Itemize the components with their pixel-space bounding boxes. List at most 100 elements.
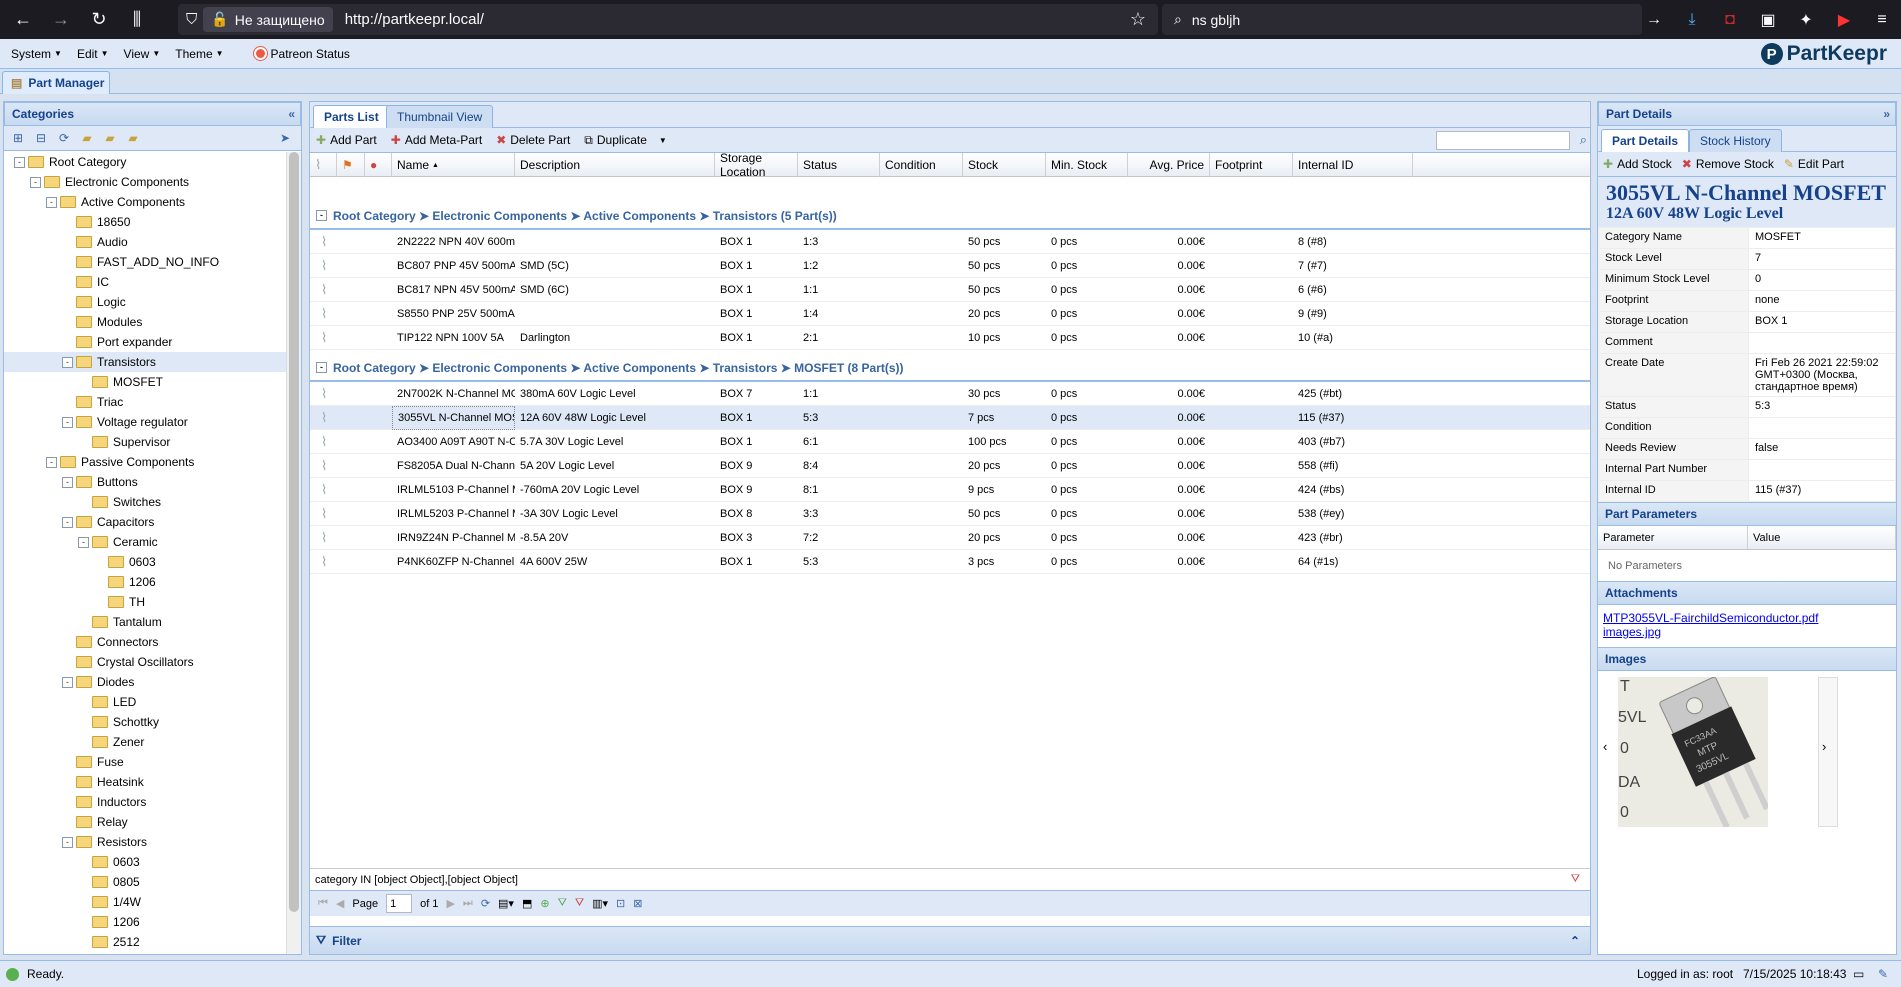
tree-node[interactable]: Crystal Oscillators [4, 652, 286, 672]
tree-node[interactable]: Connectors [4, 632, 286, 652]
table-row[interactable]: ⌇ FS8205A Dual N-Channel ... 5A 20V Logic … [310, 454, 1590, 478]
add-category-icon[interactable]: ▰ [79, 130, 95, 146]
column-header[interactable]: Footprint [1210, 153, 1293, 177]
tree-node[interactable]: - Transistors [4, 352, 286, 372]
download-icon[interactable]: ⤓ [1673, 11, 1711, 29]
grid-reset-icon[interactable]: ⊠ [633, 897, 642, 910]
filter-icon[interactable]: ⛛ [558, 897, 567, 910]
attachment-link[interactable]: MTP3055VL-FairchildSemiconductor.pdf [1603, 611, 1891, 625]
url-text[interactable]: http://partkeepr.local/ [345, 11, 484, 28]
bookmark-star-icon[interactable]: ☆ [1130, 9, 1146, 30]
tree-node[interactable]: FAST_ADD_NO_INFO [4, 252, 286, 272]
tree-toggle-icon[interactable]: - [78, 536, 89, 548]
tree-toggle-icon[interactable]: - [62, 476, 73, 488]
tree-node[interactable]: 0805 [4, 872, 286, 892]
table-row[interactable]: ⌇ BC817 NPN 45V 500mA SMD (6C) BOX 1 1:1 50 p… [310, 278, 1590, 302]
settings-icon[interactable]: ✎ [1878, 967, 1888, 981]
tree-node[interactable]: 2512 [4, 932, 286, 952]
column-header[interactable]: Status [798, 153, 880, 177]
tab-stock-history[interactable]: Stock History [1689, 129, 1782, 152]
tree-toggle-icon[interactable]: - [46, 196, 57, 208]
part-image[interactable]: T 5VL 0 DA 0 FC33AA MTP 3055VL [1618, 677, 1768, 827]
forward-icon[interactable]: → [46, 5, 76, 35]
menu-theme[interactable]: Theme ▼ [171, 47, 227, 61]
refresh-icon[interactable]: ⟳ [481, 897, 490, 910]
duplicate-button[interactable]: ⧉ Duplicate ▼ [584, 133, 667, 148]
search-icon[interactable]: ⌕ [1580, 132, 1587, 148]
tree-node[interactable]: - Buttons [4, 472, 286, 492]
column-header[interactable]: Name ▲ [392, 153, 515, 177]
tree-node[interactable]: - Diodes [4, 672, 286, 692]
add-stock-button[interactable]: ✚ Add Stock [1603, 157, 1672, 171]
columns-icon[interactable]: ▤▾ [498, 897, 514, 910]
tree-node[interactable]: Switches [4, 492, 286, 512]
group-header[interactable]: - Root Category ➤ Electronic Components ➤… [310, 355, 1590, 382]
collapse-left-icon[interactable]: « [288, 107, 295, 121]
param-col-value[interactable]: Value [1748, 526, 1896, 549]
sync-selection-icon[interactable]: ➤ [277, 130, 293, 146]
tree-toggle-icon[interactable]: - [46, 456, 57, 468]
expand-all-icon[interactable]: ⊞ [10, 130, 26, 146]
tree-node[interactable]: LED [4, 692, 286, 712]
group-toggle-icon[interactable]: - [316, 362, 327, 373]
filter-panel-header[interactable]: ⛛ Filter ⌃ [310, 926, 1590, 954]
hamburger-menu-icon[interactable]: ≡ [1863, 11, 1901, 29]
add-meta-part-button[interactable]: ✚ Add Meta-Part [391, 133, 482, 147]
tree-node[interactable]: - Voltage regulator [4, 412, 286, 432]
column-header[interactable]: Min. Stock [1046, 153, 1128, 177]
first-page-icon[interactable]: ⏮ [318, 897, 328, 910]
tree-node[interactable]: Relay [4, 812, 286, 832]
tree-node[interactable]: 18650 [4, 212, 286, 232]
tree-node[interactable]: TH [4, 592, 286, 612]
column-header[interactable]: Condition [880, 153, 963, 177]
collapse-right-icon[interactable]: » [1883, 107, 1890, 121]
tree-toggle-icon[interactable]: - [30, 176, 41, 188]
menu-system[interactable]: System ▼ [7, 47, 66, 61]
table-row[interactable]: ⌇ TIP122 NPN 100V 5A Darlington BOX 1 2:1 10 … [310, 326, 1590, 350]
category-scrollbar[interactable] [286, 152, 301, 954]
table-row[interactable]: ⌇ 2N7002K N-Channel MOS... 380mA 60V Logic… [310, 382, 1590, 406]
tree-node[interactable]: Audio [4, 232, 286, 252]
tree-toggle-icon[interactable]: - [62, 516, 73, 528]
youtube-icon[interactable]: ▶ [1825, 10, 1863, 30]
tree-node[interactable]: - Ceramic [4, 532, 286, 552]
column-header[interactable]: Stock [963, 153, 1046, 177]
carousel-next-icon[interactable]: › [1822, 739, 1826, 754]
tree-node[interactable]: Port expander [4, 332, 286, 352]
table-row[interactable]: ⌇ BC807 PNP 45V 500mA SMD (5C) BOX 1 1:2 50 p… [310, 254, 1590, 278]
tree-node[interactable]: IC [4, 272, 286, 292]
tree-node[interactable]: - Electronic Components [4, 172, 286, 192]
tree-node[interactable]: Fuse [4, 752, 286, 772]
shield-icon[interactable]: ⛉ [186, 11, 197, 28]
tree-node[interactable]: 1206 [4, 912, 286, 932]
param-col-name[interactable]: Parameter [1598, 526, 1748, 549]
remove-filter-icon[interactable]: ⛛ [575, 897, 584, 910]
flag-col-icon[interactable]: ⚑ [337, 153, 365, 177]
tree-node[interactable]: - Resistors [4, 832, 286, 852]
delete-part-button[interactable]: ✖ Delete Part [496, 133, 570, 147]
clear-filter-icon[interactable]: ⛛ [1571, 873, 1580, 886]
tree-node[interactable]: 1206 [4, 572, 286, 592]
group-header[interactable]: - Root Category ➤ Electronic Components ➤… [310, 203, 1590, 230]
export-icon[interactable]: ⬒ [522, 897, 532, 910]
go-arrow-icon[interactable]: → [1635, 11, 1673, 29]
last-page-icon[interactable]: ⏭ [463, 897, 473, 910]
tree-node[interactable]: Logic [4, 292, 286, 312]
tree-toggle-icon[interactable]: - [62, 416, 73, 428]
tree-node[interactable]: Inductors [4, 792, 286, 812]
tree-node[interactable]: 1/4W [4, 892, 286, 912]
tab-parts-list[interactable]: Parts List [313, 105, 390, 128]
tree-node[interactable]: Heatsink [4, 772, 286, 792]
tree-node[interactable]: - Root Category [4, 152, 286, 172]
tab-part-manager[interactable]: ▤ Part Manager [2, 71, 110, 94]
view-options-icon[interactable]: ▥▾ [592, 897, 608, 910]
edit-part-button[interactable]: ✎ Edit Part [1784, 157, 1844, 171]
delete-category-icon[interactable]: ▰ [125, 130, 141, 146]
tree-node[interactable]: Triac [4, 392, 286, 412]
search-box[interactable]: ⌕ ns gbljh [1162, 4, 1642, 35]
prev-page-icon[interactable]: ◀ [336, 897, 344, 910]
menu-view[interactable]: View ▼ [120, 47, 165, 61]
page-input[interactable] [386, 894, 413, 913]
column-header[interactable]: Internal ID [1293, 153, 1413, 177]
puzzle-icon[interactable]: ✦ [1787, 10, 1825, 30]
